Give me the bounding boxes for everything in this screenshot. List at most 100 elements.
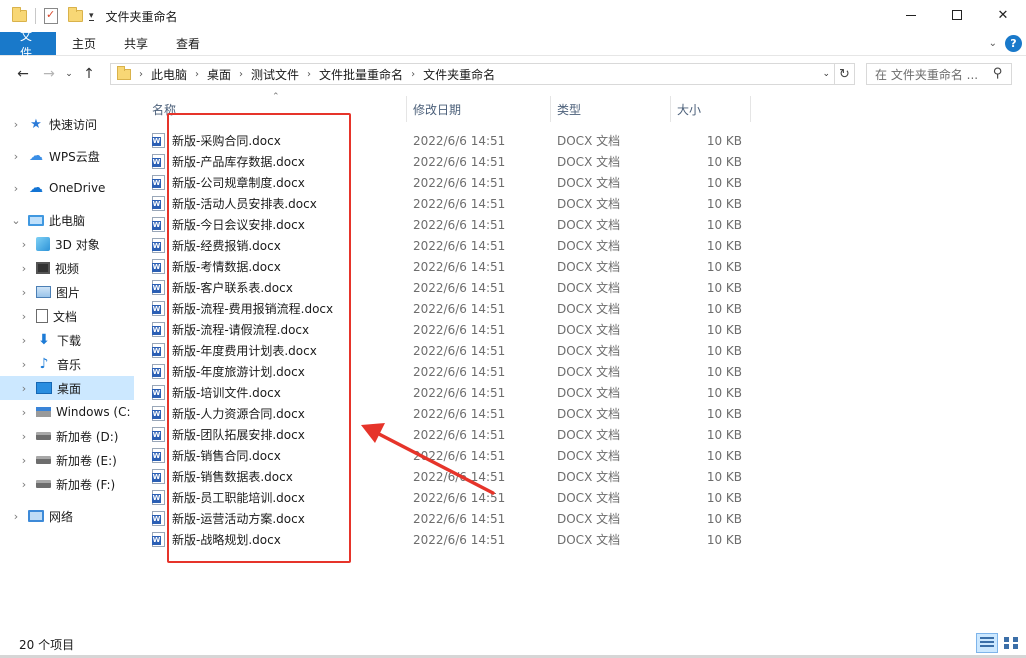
- file-type: DOCX 文档: [557, 218, 621, 232]
- file-size: 10 KB: [706, 343, 742, 358]
- back-button[interactable]: ←: [12, 63, 34, 85]
- minimize-icon: [906, 14, 916, 16]
- sidebar-item-documents[interactable]: › 文档: [0, 304, 134, 328]
- word-document-icon: [152, 259, 165, 274]
- file-type: DOCX 文档: [557, 491, 621, 505]
- new-folder-icon[interactable]: [68, 7, 83, 22]
- download-icon: ⬇: [38, 332, 50, 348]
- video-icon: [36, 262, 50, 274]
- chevron-right-icon[interactable]: ›: [18, 382, 30, 395]
- chevron-right-icon[interactable]: ›: [18, 238, 30, 251]
- breadcrumb-test-files[interactable]: 测试文件: [251, 66, 299, 83]
- chevron-right-icon[interactable]: ›: [18, 262, 30, 275]
- chevron-down-icon[interactable]: ⌄: [10, 214, 22, 227]
- drive-icon: [36, 456, 51, 464]
- sidebar-item-music[interactable]: › ♪ 音乐: [0, 352, 134, 376]
- sidebar-item-drive-c[interactable]: › Windows (C:: [0, 400, 134, 424]
- tab-file[interactable]: 文件: [0, 29, 56, 60]
- file-size: 10 KB: [706, 238, 742, 253]
- search-input[interactable]: 在 文件夹重命名 ... ⚲: [866, 63, 1012, 85]
- file-type: DOCX 文档: [557, 449, 621, 463]
- recent-locations-button[interactable]: ⌄: [62, 63, 76, 85]
- chevron-right-icon[interactable]: ›: [18, 478, 30, 491]
- file-type: DOCX 文档: [557, 323, 621, 337]
- expand-ribbon-chevron-down-icon[interactable]: ⌄: [989, 38, 997, 49]
- column-divider[interactable]: [670, 96, 671, 122]
- details-view-button[interactable]: [976, 633, 998, 653]
- customize-toolbar-arrow-icon[interactable]: ▾: [89, 11, 94, 21]
- chevron-right-icon[interactable]: ›: [18, 310, 30, 323]
- file-type: DOCX 文档: [557, 344, 621, 358]
- column-divider[interactable]: [750, 96, 751, 122]
- sidebar-item-desktop[interactable]: › 桌面: [0, 376, 134, 400]
- properties-icon[interactable]: [44, 8, 58, 24]
- maximize-button[interactable]: [934, 0, 980, 30]
- title-bar: ▾ 文件夹重命名 ✕: [0, 0, 1026, 32]
- file-type: DOCX 文档: [557, 386, 621, 400]
- address-history-chevron-down-icon[interactable]: ⌄: [822, 69, 830, 79]
- file-type: DOCX 文档: [557, 512, 621, 526]
- chevron-right-icon[interactable]: ›: [411, 69, 415, 80]
- quick-access-toolbar: ▾: [0, 7, 94, 24]
- breadcrumb-this-pc[interactable]: 此电脑: [151, 66, 187, 83]
- forward-button[interactable]: →: [38, 63, 60, 85]
- tab-share[interactable]: 共享: [110, 32, 162, 55]
- sidebar-item-quick-access[interactable]: › ★ 快速访问: [0, 112, 134, 136]
- chevron-right-icon[interactable]: ›: [139, 69, 143, 80]
- sidebar-item-network[interactable]: › 网络: [0, 504, 134, 528]
- sidebar-item-3d-objects[interactable]: › 3D 对象: [0, 232, 134, 256]
- search-icon[interactable]: ⚲: [993, 66, 1003, 81]
- sidebar-item-pictures[interactable]: › 图片: [0, 280, 134, 304]
- item-count: 20 个项目: [19, 637, 75, 652]
- refresh-button[interactable]: ↻: [835, 63, 855, 85]
- close-button[interactable]: ✕: [980, 0, 1026, 30]
- chevron-right-icon[interactable]: ›: [18, 334, 30, 347]
- column-divider[interactable]: [406, 96, 407, 122]
- column-header-date[interactable]: 修改日期: [413, 96, 461, 122]
- address-bar[interactable]: › 此电脑 › 桌面 › 测试文件 › 文件批量重命名 › 文件夹重命名 ⌄: [110, 63, 835, 85]
- sidebar-item-drive-e[interactable]: › 新加卷 (E:): [0, 448, 134, 472]
- sidebar-item-onedrive[interactable]: › ☁ OneDrive: [0, 176, 134, 200]
- file-modified-date: 2022/6/6 14:51: [413, 154, 506, 169]
- chevron-right-icon[interactable]: ›: [10, 510, 22, 523]
- chevron-right-icon[interactable]: ›: [195, 69, 199, 80]
- breadcrumb-batch-rename[interactable]: 文件批量重命名: [319, 66, 403, 83]
- chevron-right-icon[interactable]: ›: [239, 69, 243, 80]
- sidebar-item-label: WPS云盘: [49, 149, 100, 164]
- chevron-right-icon[interactable]: ›: [10, 118, 22, 131]
- tab-home[interactable]: 主页: [56, 32, 110, 55]
- word-document-icon: [152, 133, 165, 148]
- sidebar-item-drive-d[interactable]: › 新加卷 (D:): [0, 424, 134, 448]
- sidebar-item-videos[interactable]: › 视频: [0, 256, 134, 280]
- file-modified-date: 2022/6/6 14:51: [413, 259, 506, 274]
- up-button[interactable]: ↑: [78, 63, 100, 85]
- file-type: DOCX 文档: [557, 407, 621, 421]
- chevron-right-icon[interactable]: ›: [18, 406, 30, 419]
- file-size: 10 KB: [706, 511, 742, 526]
- sidebar-item-downloads[interactable]: › ⬇ 下载: [0, 328, 134, 352]
- minimize-button[interactable]: [888, 0, 934, 30]
- chevron-right-icon[interactable]: ›: [10, 150, 22, 163]
- chevron-right-icon[interactable]: ›: [18, 454, 30, 467]
- arrow-right-icon: →: [43, 66, 55, 82]
- chevron-right-icon[interactable]: ›: [10, 182, 22, 195]
- file-size: 10 KB: [706, 133, 742, 148]
- breadcrumb-current-folder[interactable]: 文件夹重命名: [423, 66, 495, 83]
- word-document-icon: [152, 196, 165, 211]
- drive-icon: [36, 480, 51, 488]
- column-divider[interactable]: [550, 96, 551, 122]
- chevron-right-icon[interactable]: ›: [18, 286, 30, 299]
- sidebar-item-wps-cloud[interactable]: › ☁ WPS云盘: [0, 144, 134, 168]
- sidebar-item-this-pc[interactable]: ⌄ 此电脑: [0, 208, 134, 232]
- sidebar-item-drive-f[interactable]: › 新加卷 (F:): [0, 472, 134, 496]
- chevron-right-icon[interactable]: ›: [18, 430, 30, 443]
- file-type: DOCX 文档: [557, 428, 621, 442]
- column-header-size[interactable]: 大小: [677, 96, 701, 122]
- large-icons-view-button[interactable]: [1000, 633, 1022, 653]
- tab-view[interactable]: 查看: [162, 32, 214, 55]
- help-icon[interactable]: ?: [1005, 35, 1022, 52]
- column-header-type[interactable]: 类型: [557, 96, 581, 122]
- chevron-right-icon[interactable]: ›: [307, 69, 311, 80]
- breadcrumb-desktop[interactable]: 桌面: [207, 66, 231, 83]
- chevron-right-icon[interactable]: ›: [18, 358, 30, 371]
